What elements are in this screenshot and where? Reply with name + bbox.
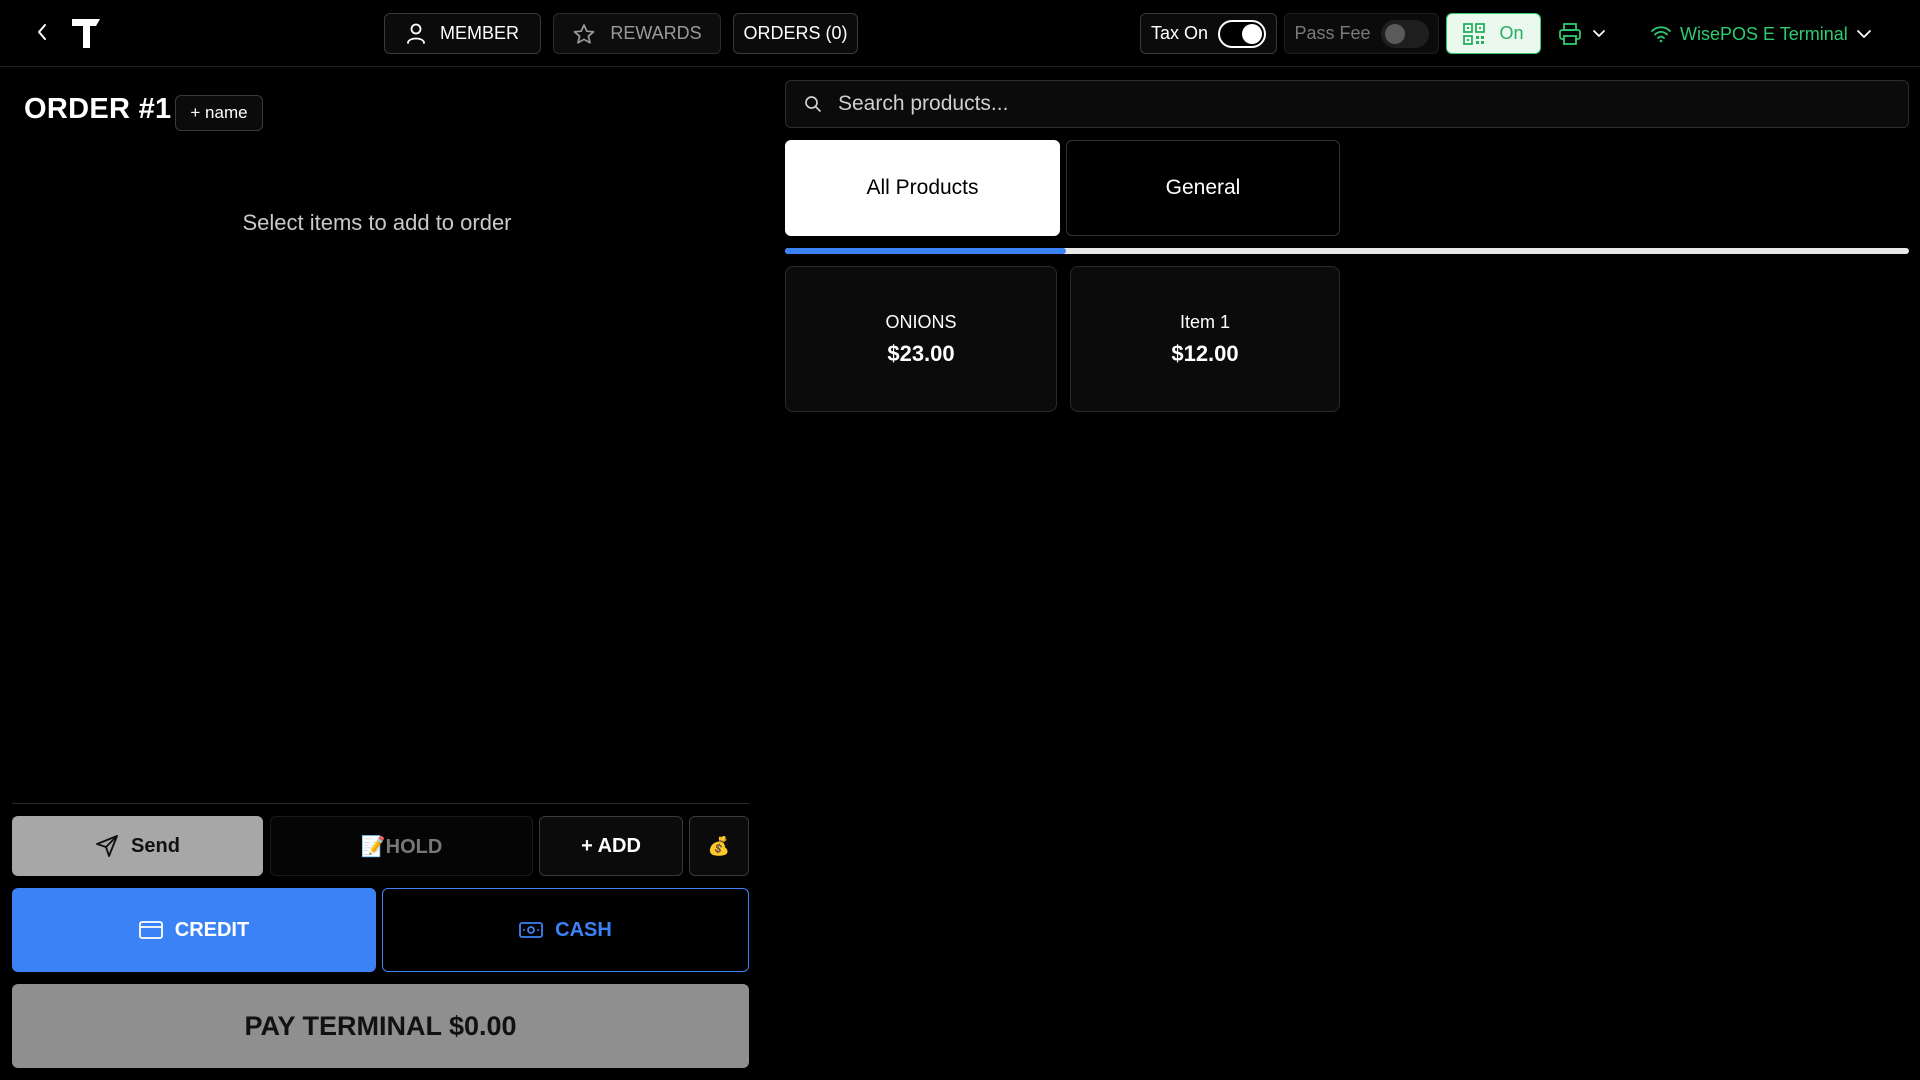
orders-button[interactable]: ORDERS (0) (733, 13, 858, 54)
pass-fee-label: Pass Fee (1294, 23, 1371, 43)
order-title: ORDER #1 (24, 93, 172, 125)
chevron-down-icon (1856, 30, 1871, 38)
tax-toggle-group: Tax On (1140, 13, 1277, 54)
top-bar: MEMBER REWARDS ORDERS (0) Tax On Pass Fe… (0, 0, 1920, 67)
send-button[interactable]: Send (12, 816, 263, 876)
rewards-label: REWARDS (610, 23, 702, 43)
pay-terminal-button[interactable]: PAY TERMINAL $0.00 (12, 984, 749, 1068)
cash-icon (519, 922, 544, 938)
scrollbar-thumb[interactable] (785, 248, 1066, 254)
search-input[interactable] (838, 92, 1838, 116)
send-label: Send (131, 834, 180, 857)
printer-menu-button[interactable] (1558, 18, 1614, 50)
category-tab-general[interactable]: General (1066, 140, 1340, 236)
product-name: Item 1 (1179, 311, 1231, 332)
product-card[interactable]: ONIONS $23.00 (785, 266, 1057, 412)
credit-card-icon (138, 921, 163, 939)
add-name-button[interactable]: + name (175, 95, 263, 131)
terminal-label: WisePOS E Terminal (1680, 23, 1848, 44)
search-bar (785, 80, 1909, 128)
qr-label: On (1499, 23, 1524, 43)
toggle-knob (1242, 23, 1263, 44)
pass-fee-toggle[interactable] (1380, 19, 1429, 48)
cash-button[interactable]: CASH (382, 888, 749, 972)
tax-toggle[interactable] (1218, 19, 1267, 48)
tax-label: Tax On (1150, 23, 1209, 43)
empty-order-message: Select items to add to order (242, 210, 512, 235)
terminal-selector[interactable]: WisePOS E Terminal (1650, 17, 1872, 51)
hold-button[interactable]: 📝HOLD (270, 816, 533, 876)
category-tab-all-products[interactable]: All Products (785, 140, 1060, 236)
qr-code-icon (1463, 22, 1486, 45)
product-name: ONIONS (885, 311, 957, 332)
category-scrollbar[interactable] (785, 248, 1909, 254)
product-price: $23.00 (887, 340, 955, 366)
orders-label: ORDERS (0) (743, 23, 848, 43)
member-label: MEMBER (439, 23, 519, 43)
back-button[interactable] (28, 17, 56, 47)
user-icon (407, 23, 425, 44)
member-button[interactable]: MEMBER (384, 13, 541, 54)
product-price: $12.00 (1171, 340, 1239, 366)
rewards-button[interactable]: REWARDS (553, 13, 721, 54)
search-icon (805, 96, 821, 112)
credit-button[interactable]: CREDIT (12, 888, 376, 972)
brand-logo[interactable] (70, 16, 102, 50)
add-button[interactable]: + ADD (539, 816, 683, 876)
pos-app: MEMBER REWARDS ORDERS (0) Tax On Pass Fe… (0, 0, 1920, 1080)
credit-label: CREDIT (174, 918, 250, 941)
cash-label: CASH (555, 918, 612, 941)
chevron-down-icon (1593, 30, 1605, 37)
chevron-left-icon (38, 24, 46, 40)
divider (12, 803, 749, 804)
qr-toggle-button[interactable]: On (1446, 13, 1541, 54)
printer-icon (1559, 23, 1581, 45)
star-icon (573, 23, 595, 44)
money-bag-button[interactable]: 💰 (689, 816, 749, 876)
wifi-icon (1651, 26, 1671, 43)
product-card[interactable]: Item 1 $12.00 (1070, 266, 1340, 412)
pass-fee-toggle-group: Pass Fee (1284, 13, 1439, 54)
toggle-knob (1384, 23, 1405, 44)
send-icon (96, 835, 118, 857)
